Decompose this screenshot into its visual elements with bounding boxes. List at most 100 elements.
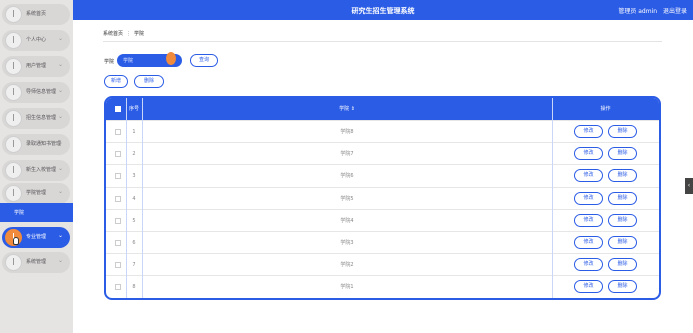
sidebar-item-label: 系统首页 — [26, 11, 47, 17]
chevron-down-icon: ⌄ — [57, 165, 63, 172]
table-row: 3 学院6 修改 删除 — [106, 164, 659, 186]
header-operations: 操作 — [600, 106, 611, 112]
menu-item-icon — [5, 84, 22, 101]
edit-button[interactable]: 修改 — [574, 236, 603, 249]
row-checkbox[interactable] — [115, 195, 121, 202]
sidebar-item-system[interactable]: 系统管理 ⌄ — [2, 252, 70, 273]
delete-button[interactable]: 删除 — [608, 147, 637, 161]
breadcrumb-separator: ⋮ — [126, 31, 132, 37]
sidebar-item-home[interactable]: 系统首页 — [2, 4, 70, 25]
sidebar-subitem-college[interactable]: 学院 — [0, 203, 73, 222]
sidebar-item-label: 新生入校管理 — [26, 167, 57, 173]
chevron-down-icon: ⌄ — [57, 35, 63, 42]
select-all-checkbox[interactable] — [115, 106, 121, 112]
side-collapse-tab[interactable]: ‹ — [685, 178, 693, 194]
row-checkbox[interactable] — [115, 217, 121, 224]
chevron-down-icon: ⌄ — [57, 188, 63, 195]
main-content: 系统首页⋮学院 学院 查询 新增 删除 序号 学院 ⇕ 操作 1学院8修改删除2… — [73, 20, 693, 333]
edit-button[interactable]: 修改 — [574, 258, 603, 272]
delete-button[interactable]: 删除 — [608, 125, 637, 138]
edit-button[interactable]: 修改 — [574, 125, 603, 138]
chevron-down-icon: ⌄ — [57, 257, 63, 264]
row-college-name: 学院3 — [340, 240, 354, 246]
search-input[interactable] — [123, 57, 169, 64]
table-row: 5 学院4 修改 删除 — [106, 208, 659, 231]
delete-button[interactable]: 删除 — [608, 213, 637, 227]
row-checkbox[interactable] — [115, 240, 121, 246]
sidebar-item-label: 导师信息管理 — [26, 89, 57, 95]
sidebar-item-label: 招生信息管理 — [26, 115, 57, 121]
menu-item-icon — [5, 110, 22, 127]
sidebar-item-major[interactable]: 专业管理 ⌄ — [2, 227, 70, 248]
row-checkbox[interactable] — [115, 151, 121, 158]
row-index: 7 — [132, 262, 136, 269]
delete-button[interactable]: 删除 — [608, 236, 637, 249]
row-checkbox[interactable] — [115, 129, 121, 135]
delete-button[interactable]: 删除 — [608, 258, 637, 272]
breadcrumb-divider — [103, 41, 662, 42]
sidebar-item-label: 系统管理 — [26, 259, 47, 265]
row-index: 3 — [132, 173, 136, 180]
add-button[interactable]: 新增 — [104, 75, 128, 88]
search-button[interactable]: 查询 — [190, 54, 218, 67]
sidebar-item-label: 用户管理 — [26, 63, 47, 69]
sidebar-item-college[interactable]: 学院管理 ⌄ — [2, 183, 70, 204]
row-checkbox[interactable] — [115, 284, 121, 291]
table-row: 7 学院2 修改 删除 — [106, 253, 659, 275]
table-row: 4 学院5 修改 删除 — [106, 186, 659, 209]
row-index: 1 — [132, 129, 136, 135]
menu-item-icon — [5, 32, 22, 49]
sidebar-item-profile[interactable]: 个人中心 ⌄ — [2, 30, 70, 51]
chevron-down-icon: ⌄ — [57, 61, 63, 68]
sidebar-item-enrollment[interactable]: 新生入校管理 ⌄ — [2, 160, 70, 181]
chevron-down-icon: ⌄ — [57, 232, 63, 239]
row-index: 6 — [132, 240, 136, 246]
row-index: 8 — [132, 284, 136, 291]
chevron-down-icon: ⌄ — [57, 113, 63, 120]
row-checkbox[interactable] — [115, 262, 121, 269]
row-college-name: 学院2 — [340, 262, 354, 269]
menu-item-icon — [5, 58, 22, 75]
chevron-down-icon: ⌄ — [57, 87, 63, 94]
batch-delete-button[interactable]: 删除 — [134, 75, 164, 88]
sidebar-item-label: 录取通知书管理 — [26, 141, 62, 147]
app-title: 研究生招生管理系统 — [351, 7, 415, 15]
sidebar-item-admissions[interactable]: 招生信息管理 ⌄ — [2, 108, 70, 129]
edit-button[interactable]: 修改 — [574, 147, 603, 161]
sidebar-item-offer-letters[interactable]: 录取通知书管理 ⌄ — [2, 134, 70, 155]
row-index: 4 — [132, 195, 136, 202]
user-area: 管理员 admin 退出登录 — [614, 6, 687, 15]
logout-link[interactable]: 退出登录 — [663, 8, 687, 15]
column-divider — [142, 98, 143, 298]
sidebar-item-label: 专业管理 — [26, 234, 47, 240]
search-field[interactable] — [117, 52, 182, 67]
breadcrumb-current: 学院 — [134, 31, 145, 37]
search-label: 学院 — [104, 59, 115, 65]
menu-item-icon — [5, 185, 22, 202]
breadcrumb-home[interactable]: 系统首页 — [103, 31, 123, 37]
edit-button[interactable]: 修改 — [574, 213, 603, 227]
delete-button[interactable]: 删除 — [608, 191, 637, 205]
delete-button[interactable]: 删除 — [608, 280, 637, 294]
menu-item-icon — [5, 254, 22, 271]
edit-button[interactable]: 修改 — [574, 169, 603, 183]
mouse-cursor-icon — [13, 237, 19, 245]
table-row: 8 学院1 修改 删除 — [106, 275, 659, 297]
edit-button[interactable]: 修改 — [574, 280, 603, 294]
menu-item-icon — [5, 136, 22, 153]
row-checkbox[interactable] — [115, 173, 121, 180]
row-college-name: 学院7 — [340, 151, 354, 158]
current-user: 管理员 admin — [618, 8, 658, 15]
menu-item-icon — [5, 6, 22, 23]
sidebar-item-tutors[interactable]: 导师信息管理 ⌄ — [2, 82, 70, 103]
sidebar-item-label: 学院管理 — [26, 190, 47, 196]
header-college[interactable]: 学院 ⇕ — [142, 98, 552, 120]
menu-item-icon — [5, 162, 22, 179]
row-college-name: 学院6 — [340, 173, 354, 180]
edit-button[interactable]: 修改 — [574, 191, 603, 205]
delete-button[interactable]: 删除 — [608, 169, 637, 183]
sidebar-item-users[interactable]: 用户管理 ⌄ — [2, 56, 70, 77]
header-index: 序号 — [128, 106, 139, 112]
column-divider — [552, 98, 553, 298]
top-header: 研究生招生管理系统 管理员 admin 退出登录 — [73, 0, 693, 20]
